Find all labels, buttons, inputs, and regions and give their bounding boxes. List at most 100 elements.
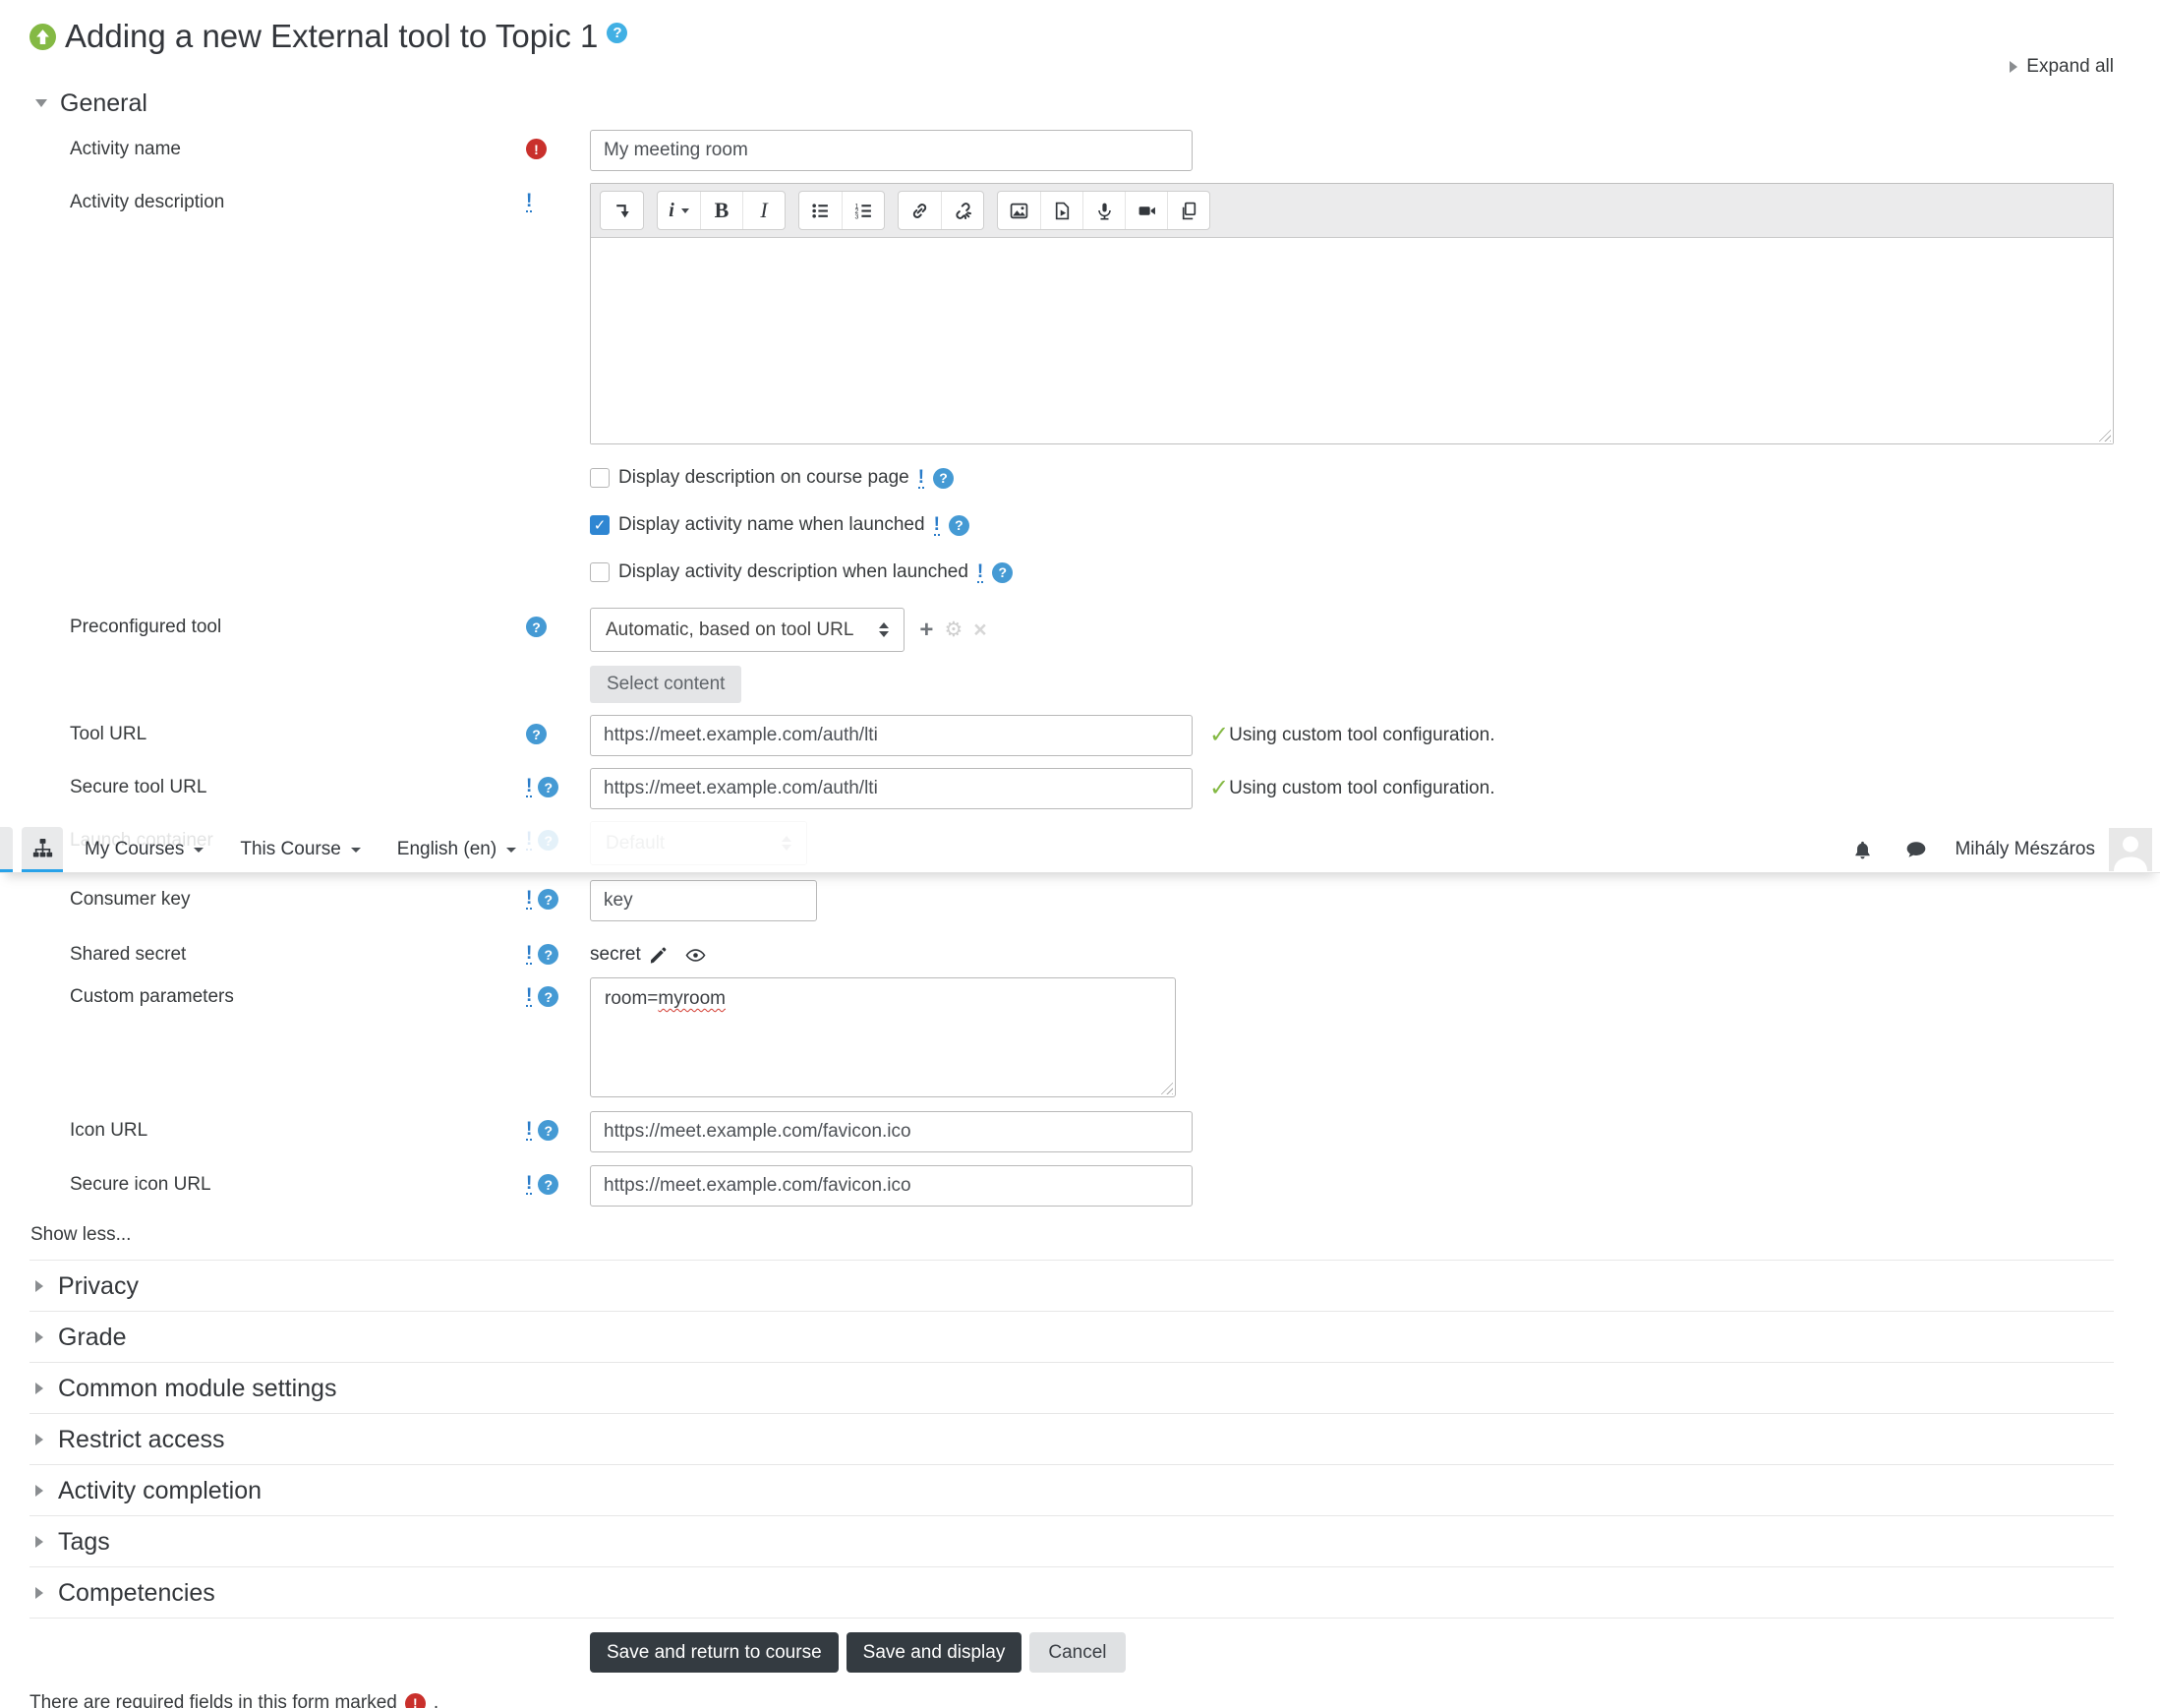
nav-language[interactable]: English (en) bbox=[397, 839, 517, 860]
expand-all-triangle-icon bbox=[2010, 61, 2018, 73]
avatar[interactable] bbox=[2109, 828, 2152, 871]
help-icon[interactable]: ? bbox=[538, 1174, 559, 1195]
help-icon[interactable]: ? bbox=[948, 514, 969, 536]
section-header-general[interactable]: General bbox=[29, 88, 2114, 118]
cancel-button[interactable]: Cancel bbox=[1029, 1632, 1126, 1673]
help-icon[interactable]: ? bbox=[538, 889, 559, 910]
unlink-icon[interactable] bbox=[941, 192, 983, 229]
bold-icon[interactable]: B bbox=[700, 192, 742, 229]
row-secure-tool-url: Secure tool URL ! ? ✓ Using custom tool … bbox=[29, 768, 2114, 809]
section-header-common-module-settings[interactable]: Common module settings bbox=[29, 1362, 2114, 1413]
collapse-toolbar-icon[interactable] bbox=[601, 192, 643, 229]
edit-tool-gear-icon: ⚙ bbox=[944, 618, 963, 641]
secure-tool-url-status: ✓ Using custom tool configuration. bbox=[1209, 775, 1495, 801]
insert-image-icon[interactable] bbox=[998, 192, 1040, 229]
advanced-icon: ! bbox=[976, 560, 984, 583]
preconfigured-tool-select[interactable]: Automatic, based on tool URL bbox=[590, 608, 905, 652]
advanced-icon: ! bbox=[526, 1119, 533, 1141]
select-content-button[interactable]: Select content bbox=[590, 666, 742, 703]
display-description-checkbox[interactable] bbox=[590, 468, 610, 488]
expand-triangle-icon bbox=[35, 1536, 43, 1548]
help-icon[interactable]: ? bbox=[526, 724, 547, 744]
tool-url-input[interactable] bbox=[590, 715, 1193, 756]
save-and-return-button[interactable]: Save and return to course bbox=[590, 1632, 839, 1673]
collapsed-sections: Privacy Grade Common module settings Res… bbox=[29, 1260, 2114, 1619]
nav-my-courses[interactable]: My Courses bbox=[85, 839, 204, 860]
section-header-restrict-access[interactable]: Restrict access bbox=[29, 1413, 2114, 1464]
icon-url-input[interactable] bbox=[590, 1111, 1193, 1152]
section-header-grade[interactable]: Grade bbox=[29, 1311, 2114, 1362]
save-and-display-button[interactable]: Save and display bbox=[846, 1632, 1022, 1673]
custom-parameters-textarea[interactable]: room=myroom bbox=[590, 977, 1176, 1097]
ordered-list-icon[interactable]: 123 bbox=[842, 192, 884, 229]
required-fields-note: There are required fields in this form m… bbox=[29, 1692, 2114, 1708]
check-icon: ✓ bbox=[1209, 722, 1230, 748]
help-icon[interactable]: ? bbox=[526, 617, 547, 637]
description-textarea[interactable] bbox=[591, 238, 2113, 443]
manage-files-icon[interactable] bbox=[1167, 192, 1209, 229]
display-activity-description-checkbox[interactable] bbox=[590, 562, 610, 582]
collapse-triangle-icon bbox=[35, 99, 47, 107]
display-activity-name-checkbox[interactable] bbox=[590, 515, 610, 535]
add-tool-icon[interactable]: + bbox=[919, 618, 933, 642]
italic-icon[interactable]: I bbox=[742, 192, 785, 229]
section-header-privacy[interactable]: Privacy bbox=[29, 1260, 2114, 1311]
row-tool-url: Tool URL ? ✓ Using custom tool configura… bbox=[29, 715, 2114, 756]
help-icon[interactable]: ? bbox=[538, 777, 559, 797]
page-title: Adding a new External tool to Topic 1 bbox=[65, 18, 599, 54]
required-icon: ! bbox=[404, 1692, 426, 1708]
messages-icon[interactable] bbox=[1905, 839, 1927, 860]
check-icon: ✓ bbox=[1209, 775, 1230, 801]
row-secure-icon-url: Secure icon URL ! ? bbox=[29, 1165, 2114, 1207]
unordered-list-icon[interactable] bbox=[799, 192, 842, 229]
consumer-key-label: Consumer key bbox=[70, 889, 191, 910]
user-name[interactable]: Mihály Mészáros bbox=[1955, 839, 2095, 860]
activity-name-input[interactable] bbox=[590, 130, 1193, 171]
consumer-key-input[interactable] bbox=[590, 880, 817, 921]
section-header-activity-completion[interactable]: Activity completion bbox=[29, 1464, 2114, 1515]
expand-all-link[interactable]: Expand all bbox=[29, 56, 2114, 77]
secure-tool-url-input[interactable] bbox=[590, 768, 1193, 809]
show-less-link[interactable]: Show less... bbox=[30, 1224, 2114, 1246]
paragraph-styles-icon[interactable]: i bbox=[658, 192, 700, 229]
nav-this-course[interactable]: This Course bbox=[240, 839, 361, 860]
expand-triangle-icon bbox=[35, 1331, 43, 1343]
course-structure-tab[interactable] bbox=[22, 827, 63, 872]
help-icon[interactable]: ? bbox=[538, 986, 559, 1007]
required-icon: ! bbox=[526, 139, 547, 159]
section-header-competencies[interactable]: Competencies bbox=[29, 1566, 2114, 1618]
custom-parameters-label: Custom parameters bbox=[70, 986, 234, 1007]
reveal-eye-icon[interactable] bbox=[685, 945, 706, 966]
record-video-icon[interactable] bbox=[1125, 192, 1167, 229]
help-icon[interactable]: ? bbox=[538, 944, 559, 965]
icon-url-label: Icon URL bbox=[70, 1120, 148, 1141]
resize-handle[interactable] bbox=[2097, 428, 2111, 442]
activity-description-label: Activity description bbox=[70, 192, 225, 212]
chevron-down-icon bbox=[506, 847, 517, 853]
form-actions: Save and return to course Save and displ… bbox=[590, 1632, 2114, 1673]
tool-url-status: ✓ Using custom tool configuration. bbox=[1209, 722, 1495, 748]
notifications-bell-icon[interactable] bbox=[1852, 840, 1873, 860]
edit-pencil-icon[interactable] bbox=[649, 946, 668, 965]
link-icon[interactable] bbox=[899, 192, 941, 229]
insert-media-icon[interactable] bbox=[1040, 192, 1082, 229]
svg-text:3: 3 bbox=[854, 213, 858, 220]
navbar-stub-tab[interactable] bbox=[0, 827, 13, 872]
checkbox-row-display-activity-description: Display activity description when launch… bbox=[590, 560, 2114, 584]
help-icon[interactable]: ? bbox=[933, 467, 955, 489]
misspelled-word: myroom bbox=[658, 988, 727, 1009]
help-icon[interactable]: ? bbox=[538, 1120, 559, 1141]
select-arrows-icon bbox=[879, 622, 890, 637]
help-icon[interactable]: ? bbox=[992, 561, 1014, 583]
expand-triangle-icon bbox=[35, 1485, 43, 1497]
record-audio-icon[interactable] bbox=[1082, 192, 1125, 229]
page: Adding a new External tool to Topic 1 ? … bbox=[0, 0, 2160, 1708]
row-icon-url: Icon URL ! ? bbox=[29, 1111, 2114, 1152]
secure-icon-url-input[interactable] bbox=[590, 1165, 1193, 1207]
title-help-icon[interactable]: ? bbox=[607, 22, 628, 43]
preconfigured-tool-label: Preconfigured tool bbox=[70, 617, 222, 637]
resize-handle[interactable] bbox=[1159, 1081, 1173, 1094]
row-activity-name: Activity name ! bbox=[29, 130, 2114, 171]
section-header-tags[interactable]: Tags bbox=[29, 1515, 2114, 1566]
expand-triangle-icon bbox=[35, 1280, 43, 1292]
